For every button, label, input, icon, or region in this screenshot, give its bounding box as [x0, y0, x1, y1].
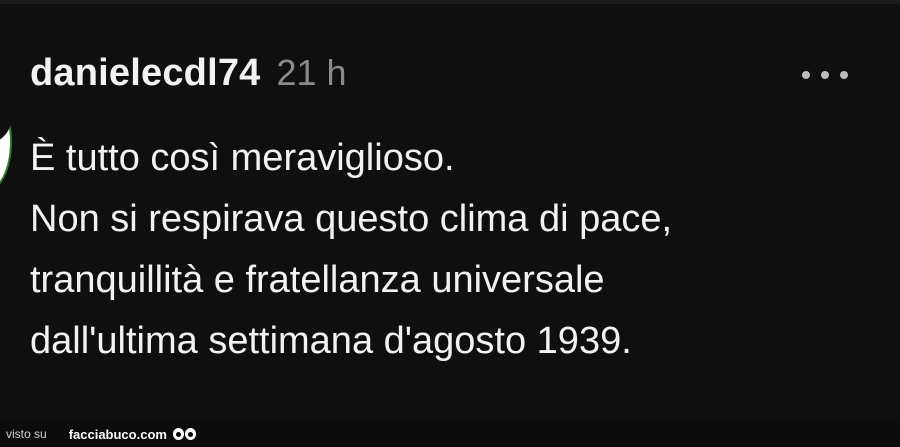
eyes-icon [172, 428, 196, 440]
comment-line: È tutto così meraviglioso. [30, 137, 455, 179]
comment-text: È tutto così meraviglioso. Non si respir… [30, 128, 830, 372]
watermark-footer: visto su facciabuco.com [0, 421, 900, 447]
eye-left [172, 428, 184, 440]
username[interactable]: danielecdl74 [30, 52, 261, 95]
dot [821, 71, 829, 79]
footer-site: facciabuco.com [68, 426, 167, 442]
top-divider [0, 0, 900, 4]
comment-screen: danielecdl74 21 h È tutto così meravigli… [0, 0, 900, 421]
comment-header: danielecdl74 21 h [30, 52, 347, 95]
footer-prefix: visto su [6, 427, 47, 441]
comment-line: dall'ultima settimana d'agosto 1939. [30, 320, 632, 362]
more-horizontal-icon[interactable] [802, 68, 848, 82]
eye-right [184, 428, 196, 440]
comment-line: tranquillità e fratellanza universale [30, 259, 605, 301]
timestamp: 21 h [276, 52, 347, 93]
comment-line: Non si respirava questo clima di pace, [30, 198, 673, 240]
dot [802, 71, 810, 79]
dot [840, 71, 848, 79]
